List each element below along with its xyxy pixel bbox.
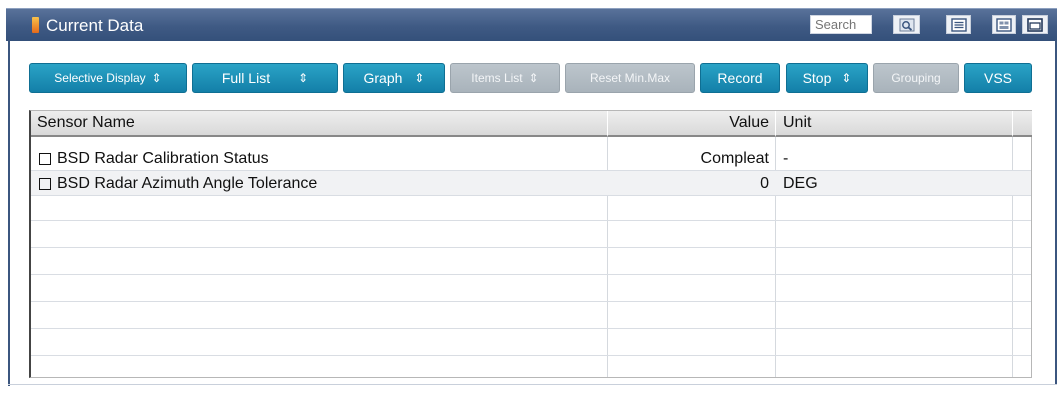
grouping-button[interactable]: Grouping <box>873 63 959 93</box>
search-input[interactable] <box>810 15 872 34</box>
sensor-value: 0 <box>760 174 769 192</box>
row-checkbox[interactable] <box>39 177 51 190</box>
sort-arrows-icon: ⇕ <box>841 71 852 85</box>
items-list-button[interactable]: Items List ⇕ <box>450 63 560 93</box>
panel-border-bottom <box>8 384 1057 385</box>
window-mode-button[interactable] <box>1022 15 1048 34</box>
list-view-button[interactable] <box>946 15 971 34</box>
column-header-unit[interactable]: Unit <box>775 111 1012 137</box>
sort-arrows-icon: ⇕ <box>298 71 309 85</box>
sensor-name: BSD Radar Azimuth Angle Tolerance <box>57 174 318 192</box>
sensor-data-table: Sensor Name Value Unit BSD Radar Calibra… <box>29 110 1032 378</box>
stop-button[interactable]: Stop ⇕ <box>786 63 868 93</box>
sensor-value: Compleat <box>700 149 769 167</box>
full-list-button[interactable]: Full List ⇕ <box>192 63 338 93</box>
search-button[interactable] <box>893 15 920 34</box>
empty-row <box>31 277 1031 302</box>
selective-display-button[interactable]: Selective Display ⇕ <box>29 63 187 93</box>
empty-row <box>31 304 1031 329</box>
table-row[interactable]: BSD Radar Azimuth Angle Tolerance 0 DEG <box>31 171 1031 196</box>
empty-row <box>31 223 1031 248</box>
grid-icon <box>996 17 1012 32</box>
grid-view-button[interactable] <box>992 15 1016 34</box>
empty-row <box>31 331 1031 356</box>
title-bar-icon <box>32 17 39 33</box>
column-header-sensor-name[interactable]: Sensor Name <box>31 111 607 137</box>
title-bar: Current Data <box>6 8 1057 41</box>
search-icon <box>899 18 915 32</box>
reset-min-max-button[interactable]: Reset Min.Max <box>565 63 695 93</box>
window-title: Current Data <box>46 16 144 35</box>
sensor-unit: - <box>783 149 789 167</box>
sort-arrows-icon: ⇕ <box>414 71 425 85</box>
sort-arrows-icon: ⇕ <box>528 71 539 85</box>
empty-row <box>31 196 1031 221</box>
column-header-value[interactable]: Value <box>607 111 775 137</box>
list-icon <box>950 17 967 32</box>
table-row[interactable]: BSD Radar Calibration Status Compleat - <box>31 146 1031 171</box>
record-button[interactable]: Record <box>700 63 780 93</box>
sensor-unit: DEG <box>783 174 818 192</box>
window-icon <box>1027 17 1043 32</box>
sort-arrows-icon: ⇕ <box>151 71 162 85</box>
panel-border-left <box>8 40 10 386</box>
panel-border-right <box>1055 40 1057 385</box>
empty-row <box>31 358 1031 383</box>
row-checkbox[interactable] <box>39 152 51 165</box>
column-header-spacer <box>1012 111 1032 137</box>
sensor-name: BSD Radar Calibration Status <box>57 149 269 167</box>
graph-button[interactable]: Graph ⇕ <box>343 63 445 93</box>
empty-row <box>31 250 1031 275</box>
vss-button[interactable]: VSS <box>964 63 1032 93</box>
